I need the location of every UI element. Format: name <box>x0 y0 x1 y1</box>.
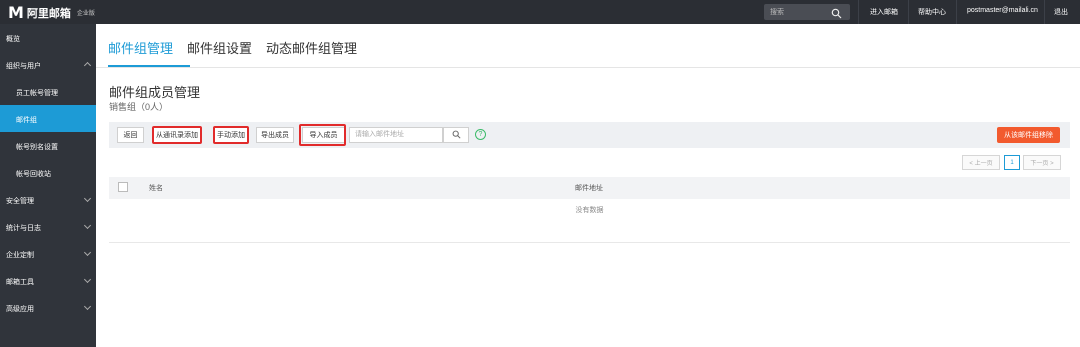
help-center-link[interactable]: 帮助中心 <box>918 7 946 17</box>
highlight-box <box>152 126 202 144</box>
sidebar-item-overview[interactable]: 概览 <box>0 24 96 51</box>
member-search-button[interactable] <box>443 127 469 143</box>
sidebar-item-account-alias[interactable]: 帐号别名设置 <box>0 132 96 159</box>
column-header-name[interactable]: 姓名 <box>149 183 163 193</box>
sidebar-item-label: 组织与用户 <box>6 63 41 70</box>
sidebar-item-label: 帐号回收站 <box>16 171 51 178</box>
sidebar-item-customization[interactable]: 企业定制 <box>0 240 96 267</box>
search-icon <box>452 126 461 144</box>
chevron-down-icon <box>83 221 92 230</box>
sidebar-item-label: 统计与日志 <box>6 225 41 232</box>
tab-dynamic-mail-group[interactable]: 动态邮件组管理 <box>266 38 357 57</box>
prev-page-button[interactable]: < 上一页 <box>962 155 1000 170</box>
email-search-input[interactable]: 请输入邮件地址 <box>349 127 443 143</box>
empty-state: 没有数据 <box>575 207 604 214</box>
remove-from-group-button[interactable]: 从该邮件组移除 <box>997 127 1060 143</box>
active-tab-indicator <box>108 65 190 67</box>
logo-text: 阿里邮箱 <box>26 7 71 20</box>
toolbar: 返回 从通讯录添加 手动添加 导出成员 导入成员 请输入邮件地址 ? 从该邮件组… <box>109 122 1070 148</box>
sidebar-item-security[interactable]: 安全管理 <box>0 186 96 213</box>
account-email[interactable]: postmaster@mailali.cn <box>967 7 1038 14</box>
sidebar-item-label: 邮件组 <box>16 117 37 124</box>
sidebar-item-advanced[interactable]: 高级应用 <box>0 294 96 321</box>
page-number-current[interactable]: 1 <box>1004 155 1020 170</box>
divider <box>956 0 957 24</box>
sidebar-item-org-users[interactable]: 组织与用户 <box>0 51 96 78</box>
tab-bar: 邮件组管理 邮件组设置 动态邮件组管理 <box>96 24 1080 68</box>
next-page-button[interactable]: 下一页 > <box>1023 155 1061 170</box>
enter-mailbox-link[interactable]: 进入邮箱 <box>870 7 898 17</box>
sidebar-item-stats-logs[interactable]: 统计与日志 <box>0 213 96 240</box>
sidebar: 概览 组织与用户 员工帐号管理 邮件组 帐号别名设置 帐号回收站 安全管理 统计… <box>0 24 96 347</box>
sidebar-item-label: 帐号别名设置 <box>16 144 58 151</box>
logo-edition: 企业版 <box>76 11 95 17</box>
page-title: 邮件组成员管理 <box>109 85 201 100</box>
back-button[interactable]: 返回 <box>117 127 144 143</box>
logo-mark: M <box>8 3 24 22</box>
logo[interactable]: M 阿里邮箱 企业版 <box>8 3 95 22</box>
highlight-box <box>299 124 346 146</box>
members-table-header: 姓名 邮件地址 没有数据 <box>109 177 1070 214</box>
column-header-email[interactable]: 邮件地址 <box>575 183 603 193</box>
group-member-count: 销售组（0人） <box>109 102 169 112</box>
tab-mail-group-settings[interactable]: 邮件组设置 <box>187 38 252 57</box>
sidebar-item-label: 概览 <box>6 36 20 43</box>
top-bar: M 阿里邮箱 企业版 搜索 进入邮箱 帮助中心 postmaster@maila… <box>0 0 1080 24</box>
sidebar-item-label: 企业定制 <box>6 252 34 259</box>
sidebar-item-label: 邮箱工具 <box>6 279 34 286</box>
sidebar-item-label: 安全管理 <box>6 198 34 205</box>
highlight-box <box>213 126 249 144</box>
sidebar-item-mail-tools[interactable]: 邮箱工具 <box>0 267 96 294</box>
select-all-checkbox[interactable] <box>118 182 128 192</box>
help-icon[interactable]: ? <box>475 129 486 140</box>
search-icon[interactable] <box>831 6 842 24</box>
chevron-down-icon <box>83 275 92 284</box>
sidebar-item-label: 员工帐号管理 <box>16 90 58 97</box>
sidebar-item-mail-groups[interactable]: 邮件组 <box>0 105 96 132</box>
sidebar-item-label: 高级应用 <box>6 306 34 313</box>
export-members-button[interactable]: 导出成员 <box>256 127 294 143</box>
sidebar-item-employee-accounts[interactable]: 员工帐号管理 <box>0 78 96 105</box>
top-search-input[interactable]: 搜索 <box>764 4 850 20</box>
divider <box>858 0 859 24</box>
tab-mail-group-management[interactable]: 邮件组管理 <box>108 38 173 57</box>
sidebar-item-account-recycle[interactable]: 帐号回收站 <box>0 159 96 186</box>
divider <box>908 0 909 24</box>
chevron-up-icon <box>83 61 92 70</box>
divider <box>109 242 1070 243</box>
logout-link[interactable]: 退出 <box>1054 7 1068 17</box>
chevron-down-icon <box>83 302 92 311</box>
top-search-placeholder: 搜索 <box>770 9 784 16</box>
divider <box>1044 0 1045 24</box>
chevron-down-icon <box>83 248 92 257</box>
chevron-down-icon <box>83 194 92 203</box>
